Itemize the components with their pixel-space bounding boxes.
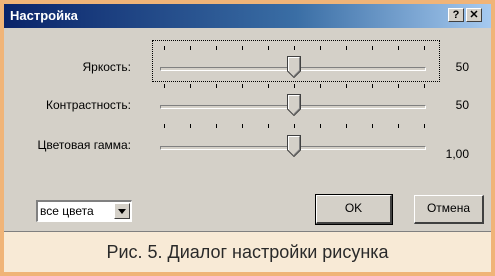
ok-button[interactable]: OK — [315, 194, 393, 225]
color-channel-select[interactable]: все цвета — [36, 200, 132, 222]
title-bar[interactable]: Настройка ? ✕ — [4, 4, 491, 28]
slider-tick — [372, 124, 373, 128]
close-button[interactable]: ✕ — [466, 8, 482, 22]
slider-tick — [320, 46, 321, 50]
slider-tick — [346, 46, 347, 50]
slider-tick — [190, 46, 191, 50]
brightness-thumb[interactable] — [287, 56, 301, 78]
slider-tick — [242, 124, 243, 128]
brightness-value: 50 — [455, 60, 469, 74]
slider-tick — [268, 46, 269, 50]
gamma-thumb[interactable] — [287, 135, 301, 157]
slider-tick — [294, 84, 295, 88]
slider-tick — [268, 84, 269, 88]
slider-tick — [372, 46, 373, 50]
slider-tick — [398, 124, 399, 128]
slider-tick — [190, 84, 191, 88]
slider-tick — [346, 124, 347, 128]
slider-tick — [216, 124, 217, 128]
contrast-label: Контрастность: — [45, 98, 131, 112]
gamma-value: 1,00 — [445, 147, 469, 161]
settings-dialog: Настройка ? ✕ Яркость: 50 Контрастность:… — [4, 4, 491, 232]
slider-tick — [372, 84, 373, 88]
slider-tick — [424, 84, 425, 88]
chevron-down-icon — [118, 209, 126, 214]
dialog-title: Настройка — [10, 8, 78, 23]
slider-tick — [294, 124, 295, 128]
figure-caption: Рис. 5. Диалог настройки рисунка — [106, 242, 389, 262]
gamma-label: Цветовая гамма: — [37, 138, 131, 152]
color-channel-value: все цвета — [40, 204, 94, 218]
help-icon: ? — [452, 9, 460, 21]
help-button[interactable]: ? — [448, 8, 464, 22]
slider-tick — [164, 124, 165, 128]
slider-tick — [190, 124, 191, 128]
slider-tick — [398, 46, 399, 50]
slider-tick — [164, 84, 165, 88]
slider-tick — [216, 46, 217, 50]
slider-tick — [320, 84, 321, 88]
cancel-button[interactable]: Отмена — [414, 195, 484, 224]
slider-tick — [164, 46, 165, 50]
dropdown-button[interactable] — [114, 203, 130, 219]
slider-tick — [320, 124, 321, 128]
slider-tick — [424, 46, 425, 50]
slider-tick — [424, 124, 425, 128]
slider-tick — [242, 46, 243, 50]
contrast-value: 50 — [455, 98, 469, 112]
close-icon: ✕ — [469, 9, 479, 21]
slider-tick — [346, 84, 347, 88]
slider-tick — [398, 84, 399, 88]
slider-tick — [242, 84, 243, 88]
slider-tick — [268, 124, 269, 128]
slider-tick — [216, 84, 217, 88]
slider-tick — [294, 46, 295, 50]
contrast-thumb[interactable] — [287, 94, 301, 116]
brightness-label: Яркость: — [82, 60, 131, 74]
